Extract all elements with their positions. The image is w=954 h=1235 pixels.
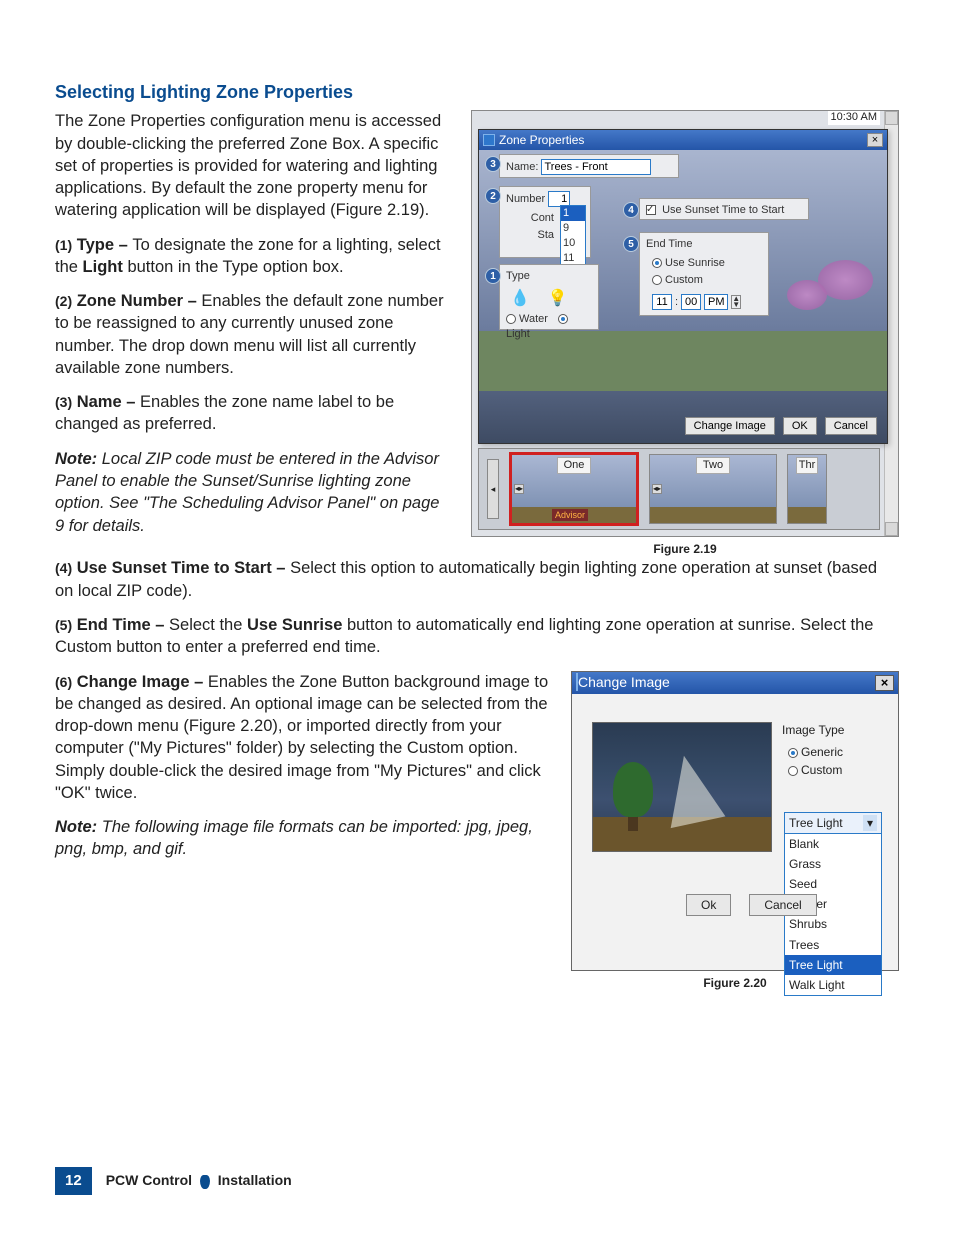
drop-icon [200,1175,210,1189]
sunrise-radio[interactable] [652,258,662,268]
image-preview [592,722,772,852]
item-1-label: Type – [77,236,133,254]
note-1: Note: Local ZIP code must be entered in … [55,448,453,537]
item-3-label: Name – [77,393,140,411]
cancel-button[interactable]: Cancel [825,417,877,435]
item-3-num: (3) [55,394,72,410]
close-button[interactable]: × [867,133,883,147]
scroll-up-button[interactable] [885,111,898,125]
item-2-label: Zone Number – [77,292,202,310]
system-clock: 10:30 AM [828,110,880,125]
item-4-num: (4) [55,560,72,576]
generic-radio[interactable] [788,748,798,758]
zone-thumbnail-strip: ◂ One Advisor ◂▸ Two ◂▸ Thr [478,448,880,530]
option-seed[interactable]: Seed [785,874,881,894]
zone-thumb-two[interactable]: Two ◂▸ [649,454,777,524]
option-grass[interactable]: Grass [785,854,881,874]
callout-5: 5 [623,236,639,252]
window-title: Zone Properties [499,132,584,148]
section-title: Selecting Lighting Zone Properties [55,80,899,104]
page-footer: 12 PCW Control Installation [55,1167,292,1195]
thumb-nav-icon[interactable]: ◂▸ [514,484,524,494]
end-hh[interactable] [652,294,672,310]
product-name: PCW Control [106,1172,192,1188]
water-radio[interactable] [506,314,516,324]
item-5-num: (5) [55,617,72,633]
sunset-checkbox[interactable] [646,205,656,215]
custom-radio[interactable] [788,766,798,776]
name-input[interactable] [541,159,651,175]
item-1-num: (1) [55,237,72,253]
name-panel: Name: [499,154,679,178]
item-1: (1) Type – To designate the zone for a l… [55,234,453,279]
fig219-frame: 10:30 AM Zone Properties × [471,110,899,537]
figure-2-19: 10:30 AM Zone Properties × [471,110,899,557]
app-icon [483,134,495,146]
end-ampm[interactable] [704,294,728,310]
item-3: (3) Name – Enables the zone name label t… [55,391,453,436]
zone-properties-window: Zone Properties × 3 Name: 2 [478,129,888,444]
figure-2-20: Change Image × Image Type Generic Custom [571,671,899,991]
ok-button[interactable]: OK [783,417,817,435]
water-icon: 💧 [510,288,530,310]
option-trees[interactable]: Trees [785,935,881,955]
option-walk-light[interactable]: Walk Light [785,975,881,995]
item-5-label: End Time – [77,616,169,634]
item-6-num: (6) [55,674,72,690]
zone-thumb-one[interactable]: One Advisor ◂▸ [509,452,639,526]
figure-2-19-caption: Figure 2.19 [471,541,899,557]
item-4-label: Use Sunset Time to Start – [77,559,290,577]
item-5: (5) End Time – Select the Use Sunrise bu… [55,614,899,659]
time-spinner[interactable]: ▲▼ [731,295,741,309]
flowers-graphic-2 [787,280,827,310]
endtime-panel: End Time Use Sunrise Custom : ▲▼ [639,232,769,316]
light-icon: 💡 [548,288,568,310]
section-name: Installation [218,1172,292,1188]
type-panel: Type 💧 💡 Water Light [499,264,599,330]
item-6-label: Change Image – [77,673,208,691]
scroll-down-button[interactable] [885,522,898,536]
number-panel: Number 1 9 10 11 12 Cont Sta [499,186,591,258]
custom-radio[interactable] [652,275,662,285]
end-mm[interactable] [681,294,701,310]
chevron-down-icon[interactable]: ▾ [863,815,877,831]
name-label: Name: [506,161,538,173]
advisor-badge: Advisor [552,509,588,521]
item-2-num: (2) [55,293,72,309]
option-shrubs[interactable]: Shrubs [785,914,881,934]
zone-thumb-three[interactable]: Thr [787,454,827,524]
option-tree-light[interactable]: Tree Light [785,955,881,975]
change-image-button[interactable]: Change Image [685,417,775,435]
callout-4: 4 [623,202,639,218]
thumb-nav-icon[interactable]: ◂▸ [652,484,662,494]
item-4: (4) Use Sunset Time to Start – Select th… [55,557,899,602]
item-2: (2) Zone Number – Enables the default zo… [55,290,453,379]
ok-button[interactable]: Ok [686,894,731,916]
cancel-button[interactable]: Cancel [749,894,816,916]
window-titlebar[interactable]: Zone Properties × [479,130,887,150]
light-radio[interactable] [558,314,568,324]
change-image-title: Change Image [578,674,670,690]
sunset-panel: Use Sunset Time to Start [639,198,809,220]
close-button[interactable]: × [875,675,894,691]
change-image-titlebar[interactable]: Change Image × [572,672,898,694]
image-type-label: Image Type [782,722,882,738]
intro-paragraph: The Zone Properties configuration menu i… [55,110,453,221]
scroll-left-button[interactable]: ◂ [487,459,499,519]
option-blank[interactable]: Blank [785,834,881,854]
page-number: 12 [55,1167,92,1195]
